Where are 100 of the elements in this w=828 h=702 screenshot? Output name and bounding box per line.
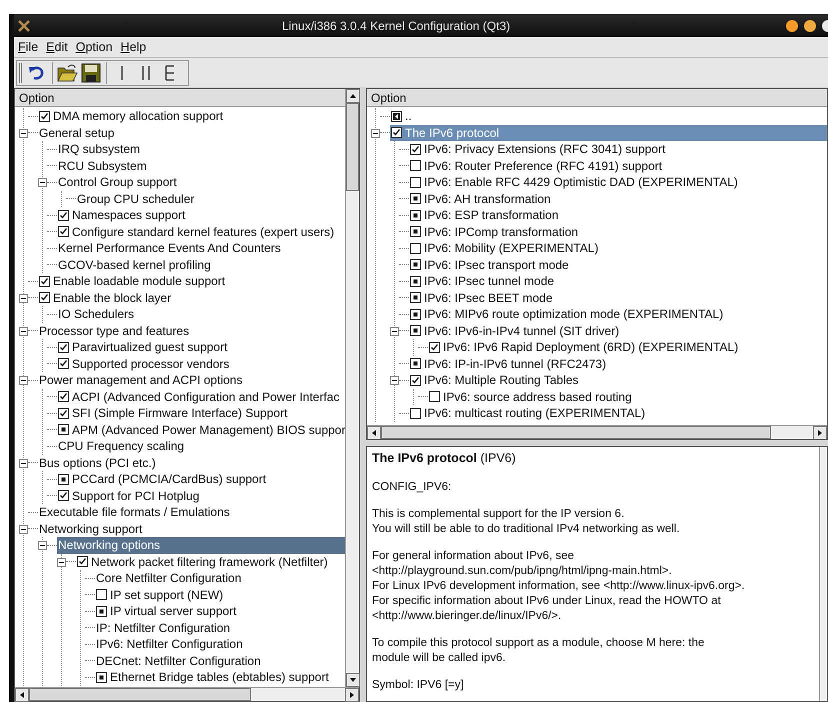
tree-item[interactable]: IPv6: IPsec transport mode (409, 256, 827, 273)
toolbar-handle[interactable] (19, 62, 22, 82)
tree-item[interactable]: Configure standard kernel features (expert users) (57, 224, 345, 240)
collapse-toggle[interactable] (38, 178, 47, 187)
scrollbar-thumb[interactable] (29, 688, 251, 701)
collapse-toggle[interactable] (19, 294, 28, 302)
tree-item[interactable]: Support for PCI Hotplug (57, 488, 345, 504)
checkbox[interactable] (39, 276, 50, 287)
checkbox[interactable] (58, 226, 69, 238)
module-checkbox[interactable] (58, 424, 69, 436)
tree-item[interactable]: IPv6: Enable RFC 4429 Optimistic DAD (EXPERIMENTAL) (409, 174, 827, 190)
save-icon[interactable] (80, 62, 102, 84)
checkbox[interactable] (410, 160, 421, 172)
collapse-toggle[interactable] (19, 458, 28, 468)
tree-item[interactable]: Networking support (38, 520, 345, 537)
horizontal-scrollbar[interactable] (367, 425, 827, 439)
tree-item[interactable]: Enable loadable module support (38, 273, 345, 290)
tree-item[interactable]: IPv6: multicast routing (EXPERIMENTAL) (409, 405, 827, 422)
folder-icon[interactable] (56, 62, 78, 84)
scrollbar-thumb[interactable] (346, 103, 359, 191)
module-checkbox[interactable] (410, 276, 421, 287)
collapse-toggle[interactable] (38, 541, 47, 550)
checkbox[interactable] (410, 144, 421, 155)
checkbox[interactable] (429, 342, 440, 353)
checkbox[interactable] (58, 490, 69, 502)
checkbox[interactable] (58, 210, 69, 221)
tree-item[interactable]: IPv6: ESP transformation (409, 207, 827, 224)
tree-item[interactable]: IPv6: Privacy Extensions (RFC 3041) support (409, 141, 827, 158)
tree-item[interactable]: IPv6: IPComp transformation (409, 224, 827, 240)
collapse-toggle[interactable] (57, 558, 66, 566)
collapse-toggle[interactable] (19, 326, 28, 336)
module-checkbox[interactable] (410, 193, 421, 204)
checkbox[interactable] (410, 408, 421, 419)
vertical-scrollbar[interactable] (819, 447, 827, 701)
checkbox[interactable] (58, 342, 69, 353)
tree-item[interactable]: IPv6: IP-in-IPv6 tunnel (RFC2473) (409, 356, 827, 372)
module-checkbox[interactable] (410, 358, 421, 370)
menu-item[interactable]: File (18, 38, 38, 56)
module-checkbox[interactable] (410, 210, 421, 221)
tree-item[interactable]: Networking options (57, 537, 345, 554)
tree-item[interactable]: CPU Frequency scaling (57, 438, 345, 454)
module-checkbox[interactable] (96, 672, 107, 683)
tree-item[interactable]: IPv6: IPsec BEET mode (409, 290, 827, 306)
tree-item[interactable]: RCU Subsystem (57, 158, 345, 174)
collapse-toggle[interactable] (19, 376, 28, 385)
window-button[interactable] (804, 20, 816, 32)
tree-item[interactable]: IPv6: IPv6-in-IPv4 tunnel (SIT driver) (409, 322, 827, 339)
checkbox[interactable] (58, 408, 69, 419)
tree-item[interactable]: Bus options (PCI etc.) (38, 454, 345, 471)
collapse-toggle[interactable] (19, 524, 28, 534)
checkbox[interactable] (39, 110, 50, 122)
tree-item[interactable]: IPv6: source address based routing (428, 388, 827, 405)
tree-item[interactable]: Network packet filtering framework (Netfilter) (76, 554, 345, 570)
module-checkbox[interactable] (410, 226, 421, 238)
tree-item[interactable]: IPv6: Netfilter Configuration (95, 636, 345, 652)
checkbox[interactable] (410, 176, 421, 188)
tree-item[interactable]: GCOV-based kernel profiling (57, 256, 345, 273)
tree-item[interactable]: DECnet: Netfilter Configuration (95, 652, 345, 669)
tree-item[interactable]: IPv6: Router Preference (RFC 4191) support (409, 158, 827, 174)
vertical-scrollbar[interactable] (345, 89, 359, 687)
tree-item[interactable]: IP set support (NEW) (95, 586, 345, 603)
tree-item[interactable]: IO Schedulers (57, 306, 345, 322)
checkbox[interactable] (429, 391, 440, 402)
tree-item[interactable]: SFI (Simple Firmware Interface) Support (57, 405, 345, 422)
tree-item[interactable]: IP virtual server support (95, 603, 345, 620)
menu-item[interactable]: Option (76, 38, 113, 56)
tree-item[interactable]: APM (Advanced Power Management) BIOS suppor (57, 422, 345, 438)
tree-item[interactable]: Supported processor vendors (57, 356, 345, 372)
module-checkbox[interactable] (410, 308, 421, 320)
tree-item[interactable]: IPv6: IPv6 Rapid Deployment (6RD) (EXPERIMENTAL) (428, 339, 827, 356)
tree-item[interactable]: Power management and ACPI options (38, 372, 345, 388)
column-header[interactable]: Option (367, 89, 827, 107)
tree-item[interactable]: Core Netfilter Configuration (95, 570, 345, 586)
collapse-toggle[interactable] (19, 128, 28, 138)
tree-item[interactable]: IPv6: MIPv6 route optimization mode (EXPERIMENTAL) (409, 306, 827, 322)
menu-item[interactable]: Edit (46, 38, 68, 56)
collapse-toggle[interactable] (390, 326, 399, 336)
tree-item[interactable]: DMA memory allocation support (38, 108, 345, 124)
checkbox[interactable] (58, 358, 69, 370)
tree-item[interactable]: IPv6: Multiple Routing Tables (409, 372, 827, 388)
module-checkbox[interactable] (96, 606, 107, 617)
tree-item[interactable]: ACPI (Advanced Configuration and Power Interfac (57, 388, 345, 405)
tree-item[interactable]: Ethernet Bridge tables (ebtables) support (95, 669, 345, 686)
checkbox[interactable] (39, 292, 50, 304)
checkbox[interactable] (410, 242, 421, 254)
tree-item[interactable]: IRQ subsystem (57, 141, 345, 158)
tree-item[interactable]: .. (390, 108, 827, 124)
checkbox[interactable] (96, 589, 107, 600)
window-button[interactable] (786, 20, 798, 32)
tree-item[interactable]: Namespaces support (57, 207, 345, 224)
menu-item[interactable]: Help (120, 38, 146, 56)
module-checkbox[interactable] (410, 325, 421, 336)
checkbox[interactable] (391, 127, 402, 138)
tree-item[interactable]: Executable file formats / Emulations (38, 504, 345, 520)
checkbox[interactable] (77, 556, 88, 568)
module-checkbox[interactable] (410, 259, 421, 270)
tree-item[interactable]: Kernel Performance Events And Counters (57, 240, 345, 256)
tree-item[interactable]: Processor type and features (38, 322, 345, 339)
column-header[interactable]: Option (15, 89, 345, 107)
scrollbar-thumb[interactable] (381, 426, 771, 439)
